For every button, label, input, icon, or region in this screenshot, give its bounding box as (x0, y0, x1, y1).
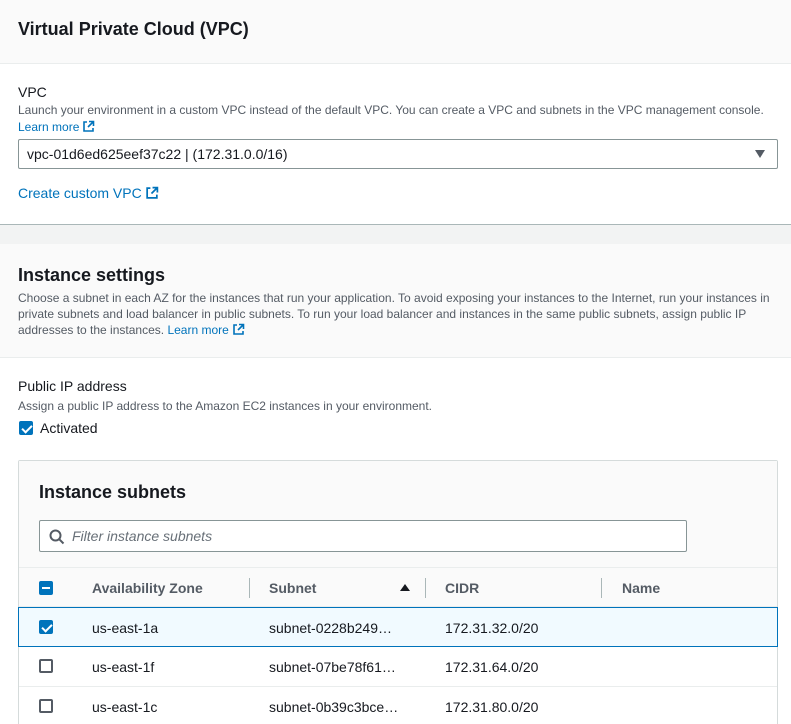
table-row[interactable]: us-east-1c subnet-0b39c3bce… 172.31.80.0… (19, 687, 777, 724)
cell-subnet: subnet-07be78f61… (269, 659, 396, 675)
external-link-icon (82, 120, 95, 137)
instance-settings-title: Instance settings (18, 265, 166, 285)
instance-settings-description: Choose a subnet in each AZ for the insta… (18, 290, 778, 340)
instance-subnets-header: Instance subnets (19, 461, 777, 567)
vpc-learn-more-link[interactable]: Learn more (18, 120, 79, 134)
column-divider[interactable] (601, 578, 602, 598)
vpc-description: Launch your environment in a custom VPC … (18, 102, 778, 118)
public-ip-label: Public IP address (18, 378, 127, 394)
public-ip-description: Assign a public IP address to the Amazon… (18, 399, 433, 413)
row-checkbox[interactable] (39, 699, 53, 713)
instance-settings-description-text: Choose a subnet in each AZ for the insta… (18, 291, 770, 337)
caret-down-icon (755, 150, 765, 158)
column-header-name[interactable]: Name (622, 580, 660, 596)
subnets-table-header: Availability Zone Subnet CIDR Name (19, 567, 777, 607)
row-checkbox[interactable] (39, 659, 53, 673)
cell-availability-zone: us-east-1f (92, 659, 155, 675)
cell-subnet: subnet-0228b249… (269, 620, 392, 636)
table-row[interactable]: us-east-1f subnet-07be78f61… 172.31.64.0… (19, 647, 777, 687)
cell-subnet: subnet-0b39c3bce… (269, 699, 399, 715)
activated-label[interactable]: Activated (40, 420, 98, 436)
instance-settings-header: Instance settings Choose a subnet in eac… (0, 244, 791, 358)
instance-subnets-title: Instance subnets (39, 482, 187, 502)
create-custom-vpc-wrap: Create custom VPC (18, 185, 159, 203)
search-icon (49, 529, 65, 545)
column-divider[interactable] (425, 578, 426, 598)
cell-cidr: 172.31.80.0/20 (445, 699, 539, 715)
column-header-subnet[interactable]: Subnet (269, 580, 316, 596)
subnet-search-input[interactable] (72, 525, 672, 547)
vpc-section-header: Virtual Private Cloud (VPC) (0, 0, 791, 64)
sort-ascending-icon[interactable] (400, 584, 410, 591)
section-divider (0, 224, 791, 244)
instance-settings-learn-more-link[interactable]: Learn more (167, 323, 228, 337)
cell-cidr: 172.31.64.0/20 (445, 659, 539, 675)
instance-subnets-panel: Instance subnets Availability Zone Subne… (18, 460, 778, 724)
vpc-learn-more-wrap: Learn more (18, 119, 95, 137)
cell-availability-zone: us-east-1a (92, 620, 159, 636)
vpc-section-title: Virtual Private Cloud (VPC) (18, 19, 249, 39)
subnet-search-box[interactable] (39, 520, 687, 552)
row-checkbox[interactable] (39, 620, 53, 634)
cell-cidr: 172.31.32.0/20 (445, 620, 539, 636)
column-header-cidr[interactable]: CIDR (445, 580, 479, 596)
vpc-select-value: vpc-01d6ed625eef37c22 | (172.31.0.0/16) (27, 146, 288, 162)
vpc-label: VPC (18, 84, 47, 100)
vpc-description-text: Launch your environment in a custom VPC … (18, 103, 764, 117)
table-row[interactable]: us-east-1a subnet-0228b249… 172.31.32.0/… (18, 607, 778, 647)
external-link-icon (145, 186, 159, 203)
external-link-icon (232, 323, 245, 340)
activated-checkbox[interactable] (19, 421, 33, 435)
column-divider[interactable] (249, 578, 250, 598)
create-custom-vpc-link[interactable]: Create custom VPC (18, 185, 142, 201)
cell-availability-zone: us-east-1c (92, 699, 158, 715)
column-header-availability-zone[interactable]: Availability Zone (92, 580, 203, 596)
vpc-select[interactable]: vpc-01d6ed625eef37c22 | (172.31.0.0/16) (18, 139, 778, 169)
select-all-checkbox[interactable] (39, 581, 53, 595)
